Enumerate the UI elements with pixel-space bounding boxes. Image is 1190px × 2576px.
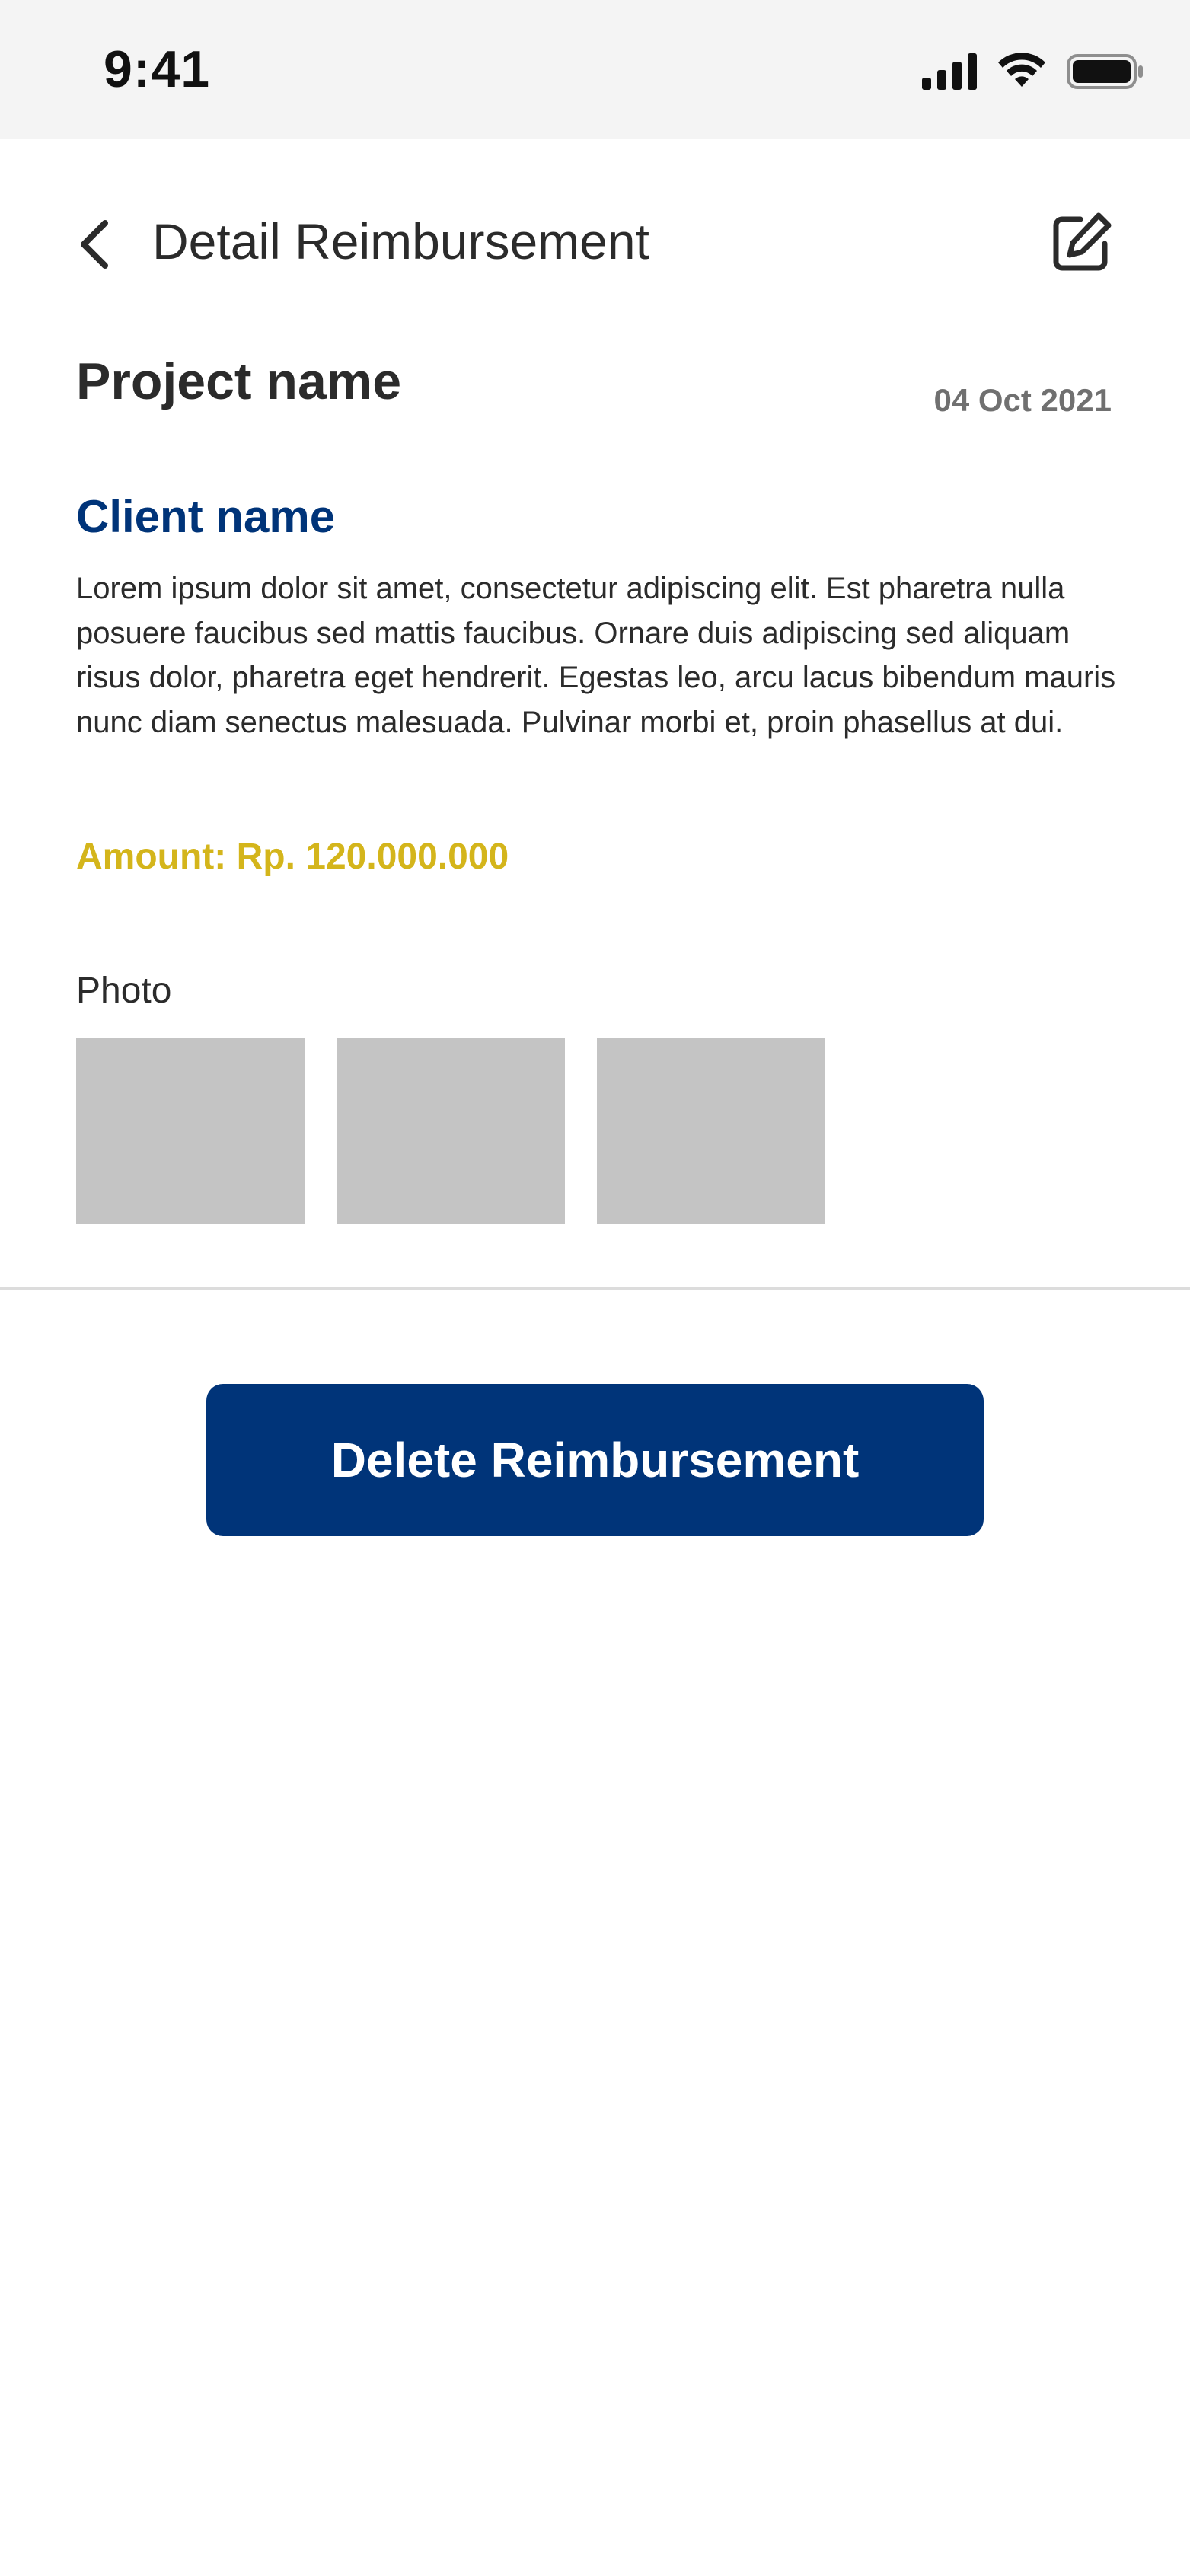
battery-icon <box>1067 53 1144 94</box>
reimbursement-amount: Amount: Rp. 120.000.000 <box>76 837 509 877</box>
header: Detail Reimbursement <box>0 139 1190 352</box>
page-title: Detail Reimbursement <box>152 213 649 269</box>
edit-button[interactable] <box>1043 206 1119 282</box>
status-time: 9:41 <box>104 40 211 98</box>
photo-thumbnail-1[interactable] <box>76 1038 305 1224</box>
reimbursement-description: Lorem ipsum dolor sit amet, consectetur … <box>76 572 1116 739</box>
delete-reimbursement-button[interactable]: Delete Reimbursement <box>206 1384 984 1536</box>
photo-thumbnail-3[interactable] <box>597 1038 825 1224</box>
back-button[interactable] <box>67 215 120 276</box>
status-icons <box>922 50 1144 96</box>
project-name: Project name <box>76 352 402 410</box>
photo-section-label: Photo <box>76 971 172 1011</box>
photo-gallery <box>76 1038 825 1224</box>
photo-thumbnail-2[interactable] <box>337 1038 565 1224</box>
chevron-left-icon <box>76 219 111 273</box>
client-name: Client name <box>76 491 336 542</box>
reimbursement-date: 04 Oct 2021 <box>933 382 1112 418</box>
status-bar: 9:41 <box>0 0 1190 139</box>
wifi-icon <box>997 52 1047 94</box>
section-divider <box>0 1287 1190 1290</box>
edit-icon <box>1050 212 1112 278</box>
cellular-signal-icon <box>922 53 977 94</box>
